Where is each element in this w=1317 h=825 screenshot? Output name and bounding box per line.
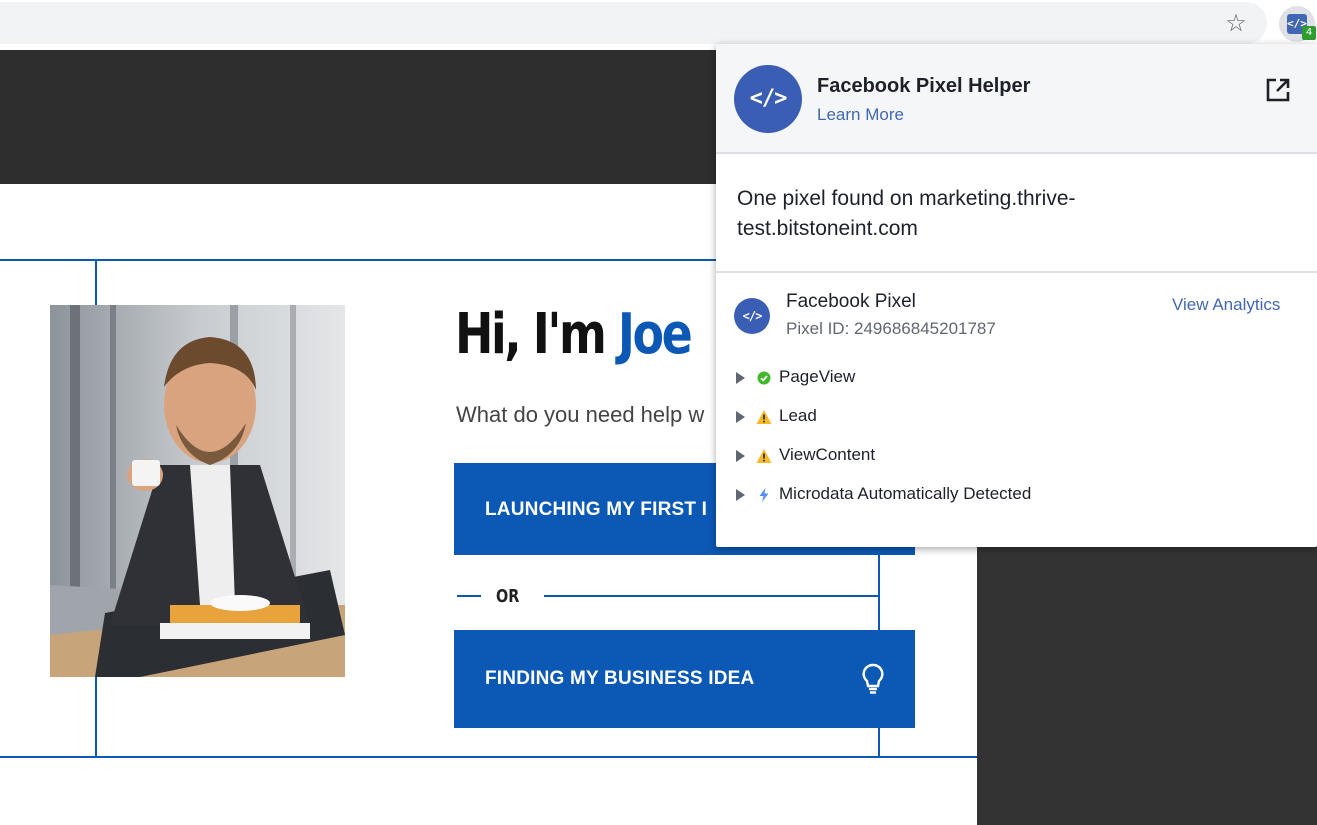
open-external-icon[interactable] [1264,76,1292,104]
view-analytics-link[interactable]: View Analytics [1172,295,1280,315]
pixel-code-icon: </> [734,298,770,334]
event-label: ViewContent [779,445,876,464]
lightbulb-icon [862,663,884,694]
event-label: PageView [779,367,856,386]
pixel-helper-popup: </> Facebook Pixel Helper Learn More One… [716,44,1317,547]
frame-line [0,756,977,758]
popup-header: </> Facebook Pixel Helper Learn More [716,44,1317,154]
divider [457,595,481,597]
hero-name: Joe [617,302,693,367]
found-text: One pixel found on marketing.thrive-test… [737,187,1076,240]
hero-greeting: Hi, I'm [455,302,618,367]
check-circle-icon [757,371,771,385]
extension-badge: 4 [1302,26,1316,40]
event-pageview[interactable]: PageView [736,367,1296,391]
hero-subtitle: What do you need help w [456,402,705,427]
divider [544,595,879,597]
expand-arrow-icon[interactable] [736,411,745,423]
warning-icon [756,410,772,424]
profile-photo [50,305,345,677]
or-divider-label: OR [496,586,520,607]
expand-arrow-icon[interactable] [736,372,745,384]
event-microdata[interactable]: Microdata Automatically Detected [736,484,1296,508]
lightning-icon [759,488,769,502]
popup-title: Facebook Pixel Helper [817,75,1031,97]
expand-arrow-icon[interactable] [736,489,745,501]
pixel-name: Facebook Pixel [786,291,916,312]
pixel-found-summary: One pixel found on marketing.thrive-test… [716,156,1317,273]
finding-business-idea-button[interactable]: FINDING MY BUSINESS IDEA [454,630,915,728]
event-lead[interactable]: Lead [736,406,1296,430]
cta-label: LAUNCHING MY FIRST I [485,499,708,520]
cta-label: FINDING MY BUSINESS IDEA [485,668,755,689]
event-label: Lead [779,406,817,425]
pixel-id: Pixel ID: 249686845201787 [786,319,996,338]
star-icon[interactable]: ☆ [1222,9,1250,37]
event-viewcontent[interactable]: ViewContent [736,445,1296,469]
address-bar[interactable] [0,2,1267,44]
hero-title: Hi, I'm Joe [455,302,693,367]
pixel-helper-extension-button[interactable]: </> 4 [1279,6,1316,42]
dark-panel [977,546,1317,825]
expand-arrow-icon[interactable] [736,450,745,462]
frame-line [0,259,716,261]
warning-icon [756,449,772,463]
learn-more-link[interactable]: Learn More [817,105,904,125]
code-icon: </> [749,86,788,111]
event-label: Microdata Automatically Detected [779,484,1032,503]
site-header [0,50,716,184]
pixel-helper-logo-icon: </> [734,65,802,133]
browser-toolbar: ☆ </> 4 [0,0,1317,50]
